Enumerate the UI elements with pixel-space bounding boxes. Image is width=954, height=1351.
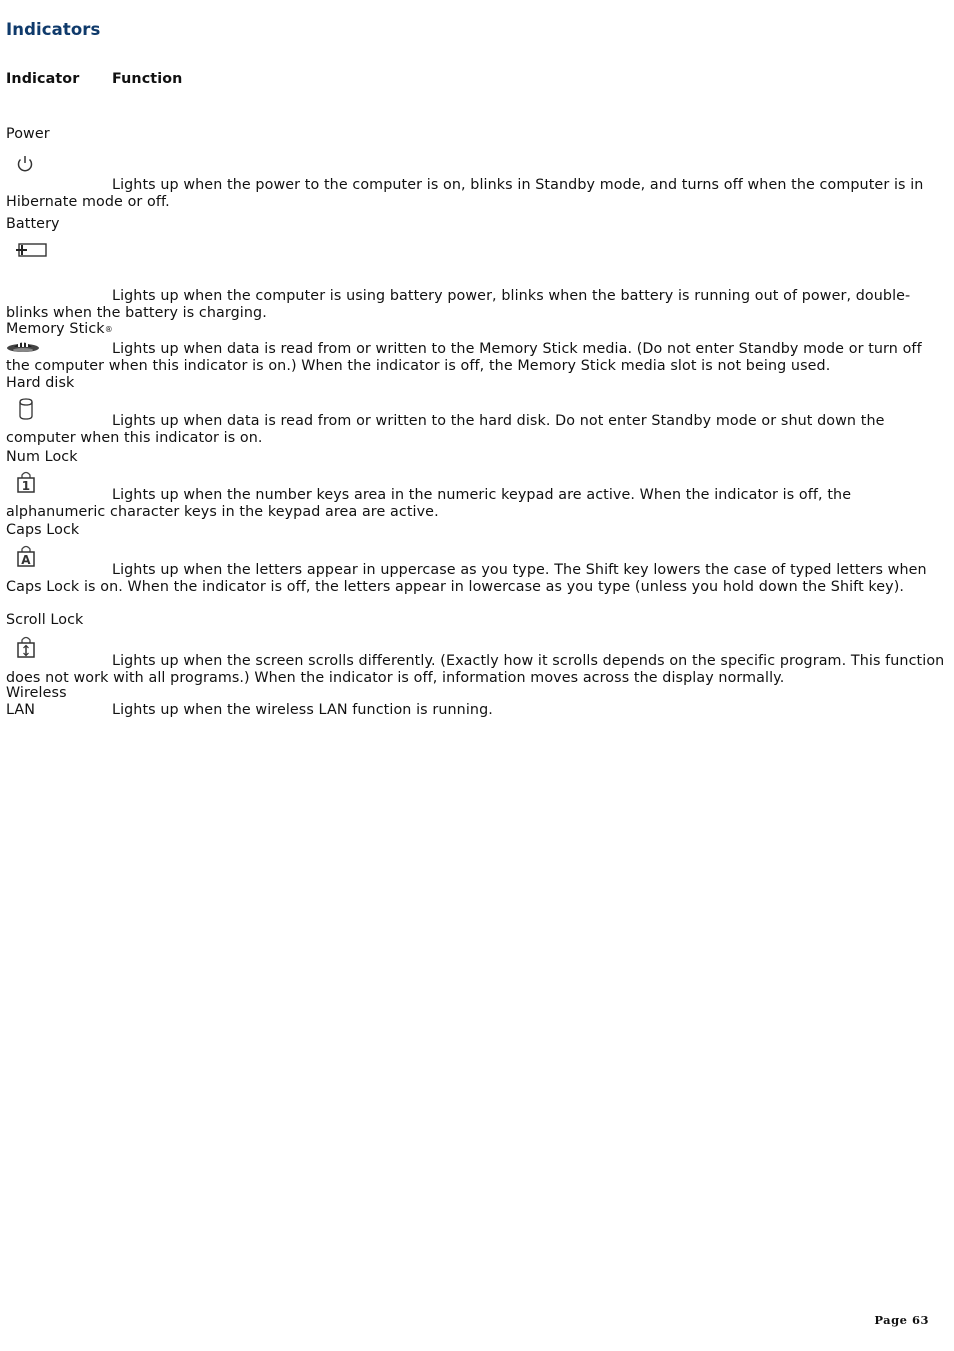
indicator-label: Hard disk: [6, 375, 75, 391]
svg-text:1: 1: [22, 479, 30, 493]
table-row-power: Power Lights up when the power to the co…: [6, 126, 946, 210]
hard-disk-icon: [18, 398, 34, 420]
registered-mark: ®: [104, 325, 113, 334]
memory-stick-icon: [6, 340, 40, 356]
page-title: Indicators: [6, 20, 101, 39]
table-row-memory-stick: Memory Stick® Lights up when data is rea…: [6, 321, 946, 374]
indicator-label: Scroll Lock: [6, 612, 84, 628]
indicator-label: Caps Lock: [6, 522, 80, 538]
page-number: Page 63: [874, 1313, 929, 1327]
battery-icon: [14, 241, 50, 259]
indicator-function: Lights up when the wireless LAN function…: [112, 701, 493, 718]
table-row-caps-lock: Caps Lock A Lights up when the letters a…: [6, 522, 946, 595]
num-lock-icon: 1: [16, 470, 36, 494]
table-row-wireless-lan: Wireless LAN Lights up when the wireless…: [6, 685, 946, 719]
indicator-label: Memory Stick: [6, 321, 105, 337]
indicator-label-line2: LAN: [6, 701, 36, 718]
indicator-label: Power: [6, 126, 50, 142]
indicator-label: Battery: [6, 216, 60, 232]
indicator-label-line1: Wireless: [6, 685, 67, 701]
table-row-hard-disk: Hard disk Lights up when data is read fr…: [6, 375, 946, 446]
svg-text:A: A: [21, 553, 31, 567]
caps-lock-icon: A: [16, 544, 36, 568]
table-row-scroll-lock: Scroll Lock Lights up when the screen sc…: [6, 612, 946, 686]
column-header-function: Function: [112, 71, 183, 87]
column-header-indicator: Indicator: [6, 71, 80, 87]
table-row-battery: Battery Lights up when the computer is u…: [6, 216, 946, 321]
indicator-label: Num Lock: [6, 449, 78, 465]
scroll-lock-icon: [16, 635, 36, 659]
power-icon: [14, 153, 36, 175]
table-row-num-lock: Num Lock 1 Lights up when the number key…: [6, 449, 946, 520]
